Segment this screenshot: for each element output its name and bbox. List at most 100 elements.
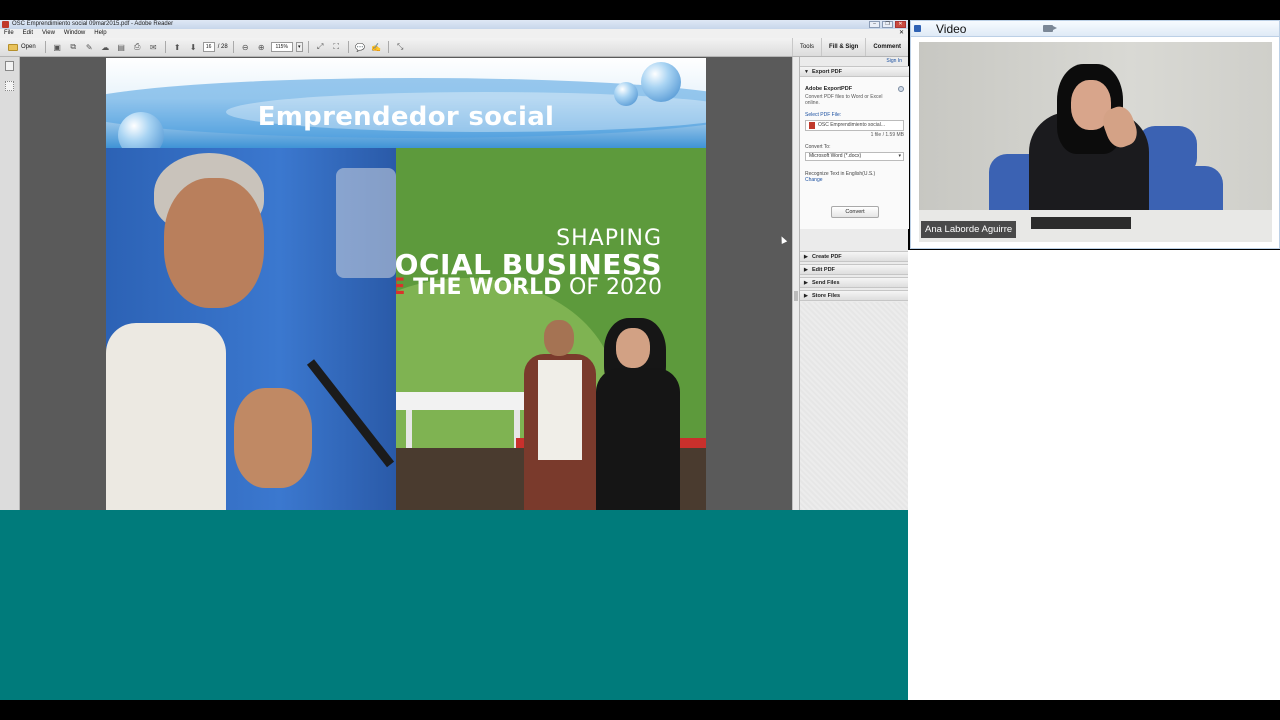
webcam-feed: Ana Laborde Aguirre [919, 42, 1272, 242]
expand-icon[interactable]: ⤡ [394, 41, 407, 54]
create-pdf-section-header[interactable]: ▶ Create PDF [800, 251, 909, 262]
screen: OSC Emprendimiento social 09mar2015.pdf … [0, 0, 1280, 720]
convert-button[interactable]: Convert [831, 206, 879, 218]
create-pdf-icon[interactable]: ▣ [51, 41, 64, 54]
highlight-icon[interactable]: ✍ [370, 41, 383, 54]
slide-header-banner: Emprendedor social [106, 58, 706, 148]
change-language-link[interactable]: Change [805, 177, 904, 183]
background-blur [336, 168, 396, 278]
tab-fill-sign[interactable]: Fill & Sign [820, 38, 865, 56]
video-pod-header: Video [911, 21, 1279, 37]
email-icon[interactable]: ✉ [147, 41, 160, 54]
service-description: Convert PDF files to Word or Excel onlin… [805, 94, 883, 106]
zoom-in-icon[interactable]: ⊕ [255, 41, 268, 54]
toolbar-separator [44, 41, 46, 53]
person-man [524, 320, 596, 510]
photo-hand [234, 388, 312, 488]
store-files-section-header[interactable]: ▶ Store Files [800, 290, 909, 301]
desktop-background [0, 510, 908, 700]
tools-pane: Sign In ▼ Export PDF Adobe ExportPDF Con… [799, 57, 909, 510]
combine-icon[interactable]: ⧉ [67, 41, 80, 54]
save-icon[interactable]: ▤ [115, 41, 128, 54]
export-pdf-section-header[interactable]: ▼ Export PDF [800, 66, 909, 77]
navigation-pane [0, 57, 20, 510]
man-vest [538, 360, 582, 460]
sign-in-link[interactable]: Sign In [886, 58, 902, 64]
collapse-arrow-icon: ▼ [804, 69, 809, 75]
task-pane-tabs: Tools Fill & Sign Comment [791, 38, 908, 56]
banner-word-of-2020: OF 2020 [569, 275, 662, 300]
attachments-icon[interactable] [5, 81, 14, 91]
event-photo: SHAPING SOCIAL BUSINESS TO SHAPE THE WOR… [396, 148, 706, 510]
fit-width-icon[interactable]: ⛶ [330, 41, 343, 54]
expand-arrow-icon: ▶ [804, 280, 808, 286]
window-controls: – ❐ ✕ [869, 20, 906, 29]
document-viewport[interactable]: Emprendedor social SHAPING SOCIAL BUSINE… [20, 57, 792, 510]
decorative-bubble [641, 62, 681, 102]
woman-head [616, 328, 650, 368]
fit-page-icon[interactable]: ⤢ [314, 41, 327, 54]
zoom-level-input[interactable]: 115% [270, 42, 293, 52]
window-titlebar: OSC Emprendimiento social 09mar2015.pdf … [0, 20, 908, 29]
tab-tools[interactable]: Tools [791, 38, 821, 56]
convert-to-label: Convert To: [805, 144, 831, 150]
settings-gear-icon[interactable] [898, 86, 904, 92]
section-label: Create PDF [812, 254, 842, 260]
pdf-page: Emprendedor social SHAPING SOCIAL BUSINE… [106, 58, 706, 510]
restore-button[interactable]: ❐ [882, 21, 893, 28]
scrollbar-grip[interactable] [794, 291, 798, 301]
page-number-input[interactable]: 16 [202, 42, 215, 52]
pod-menu-icon[interactable] [914, 25, 921, 32]
next-page-icon[interactable]: ⬇ [187, 41, 200, 54]
adobe-reader-icon [2, 21, 9, 28]
zoom-out-icon[interactable]: ⊖ [239, 41, 252, 54]
menu-bar: File Edit View Window Help ✕ [0, 29, 908, 38]
speaker-photo [106, 148, 396, 510]
adobe-reader-window: OSC Emprendimiento social 09mar2015.pdf … [0, 20, 909, 510]
tab-comment[interactable]: Comment [865, 38, 908, 56]
pane-empty-area [800, 302, 909, 510]
sticky-note-icon[interactable]: 💬 [354, 41, 367, 54]
close-button[interactable]: ✕ [895, 21, 906, 28]
folder-icon [8, 43, 18, 51]
menu-view[interactable]: View [42, 29, 55, 38]
edit-pdf-section-header[interactable]: ▶ Edit PDF [800, 264, 909, 275]
zoom-dropdown-icon[interactable]: ▾ [295, 42, 303, 52]
photo-vest [106, 323, 226, 510]
vertical-scrollbar[interactable] [792, 57, 799, 510]
print-icon[interactable]: ⎙ [131, 41, 144, 54]
toolbar-separator [307, 41, 309, 53]
toolbar-separator [387, 41, 389, 53]
minimize-button[interactable]: – [869, 21, 880, 28]
service-title: Adobe ExportPDF [805, 86, 853, 92]
expand-arrow-icon: ▶ [804, 267, 808, 273]
select-file-label: Select PDF File: [805, 112, 842, 118]
menu-edit[interactable]: Edit [23, 29, 33, 38]
page-thumbnails-icon[interactable] [5, 61, 14, 71]
open-label: Open [21, 44, 36, 50]
main-toolbar: Open ▣ ⧉ ✎ ☁ ▤ ⎙ ✉ ⬆ ⬇ 16 / 28 ⊖ ⊕ 115% … [0, 38, 908, 57]
export-pdf-label: Export PDF [812, 69, 842, 75]
send-files-section-header[interactable]: ▶ Send Files [800, 277, 909, 288]
toolbar-separator [347, 41, 349, 53]
camera-icon[interactable] [1043, 25, 1057, 32]
open-button[interactable]: Open [4, 41, 40, 54]
export-pdf-body: Adobe ExportPDF Convert PDF files to Wor… [800, 77, 909, 229]
photo-face [164, 178, 264, 308]
menu-file[interactable]: File [4, 29, 14, 38]
menu-window[interactable]: Window [64, 29, 85, 38]
person-woman [596, 318, 680, 510]
convert-format-select[interactable]: Microsoft Word (*.docx) [805, 152, 904, 161]
close-document-icon[interactable]: ✕ [899, 29, 904, 38]
blank-area [908, 250, 1280, 700]
previous-page-icon[interactable]: ⬆ [171, 41, 184, 54]
edit-icon[interactable]: ✎ [83, 41, 96, 54]
file-size: 1 file / 1.59 MB [870, 132, 904, 138]
banner-word-the-world: THE WORLD [413, 275, 562, 300]
menu-help[interactable]: Help [94, 29, 106, 38]
speaker-name-caption: Ana Laborde Aguirre [921, 221, 1017, 238]
expand-arrow-icon: ▶ [804, 254, 808, 260]
selected-file-field[interactable]: OSC Emprendimiento social... [805, 120, 904, 131]
woman-body [596, 368, 680, 510]
cloud-upload-icon[interactable]: ☁ [99, 41, 112, 54]
